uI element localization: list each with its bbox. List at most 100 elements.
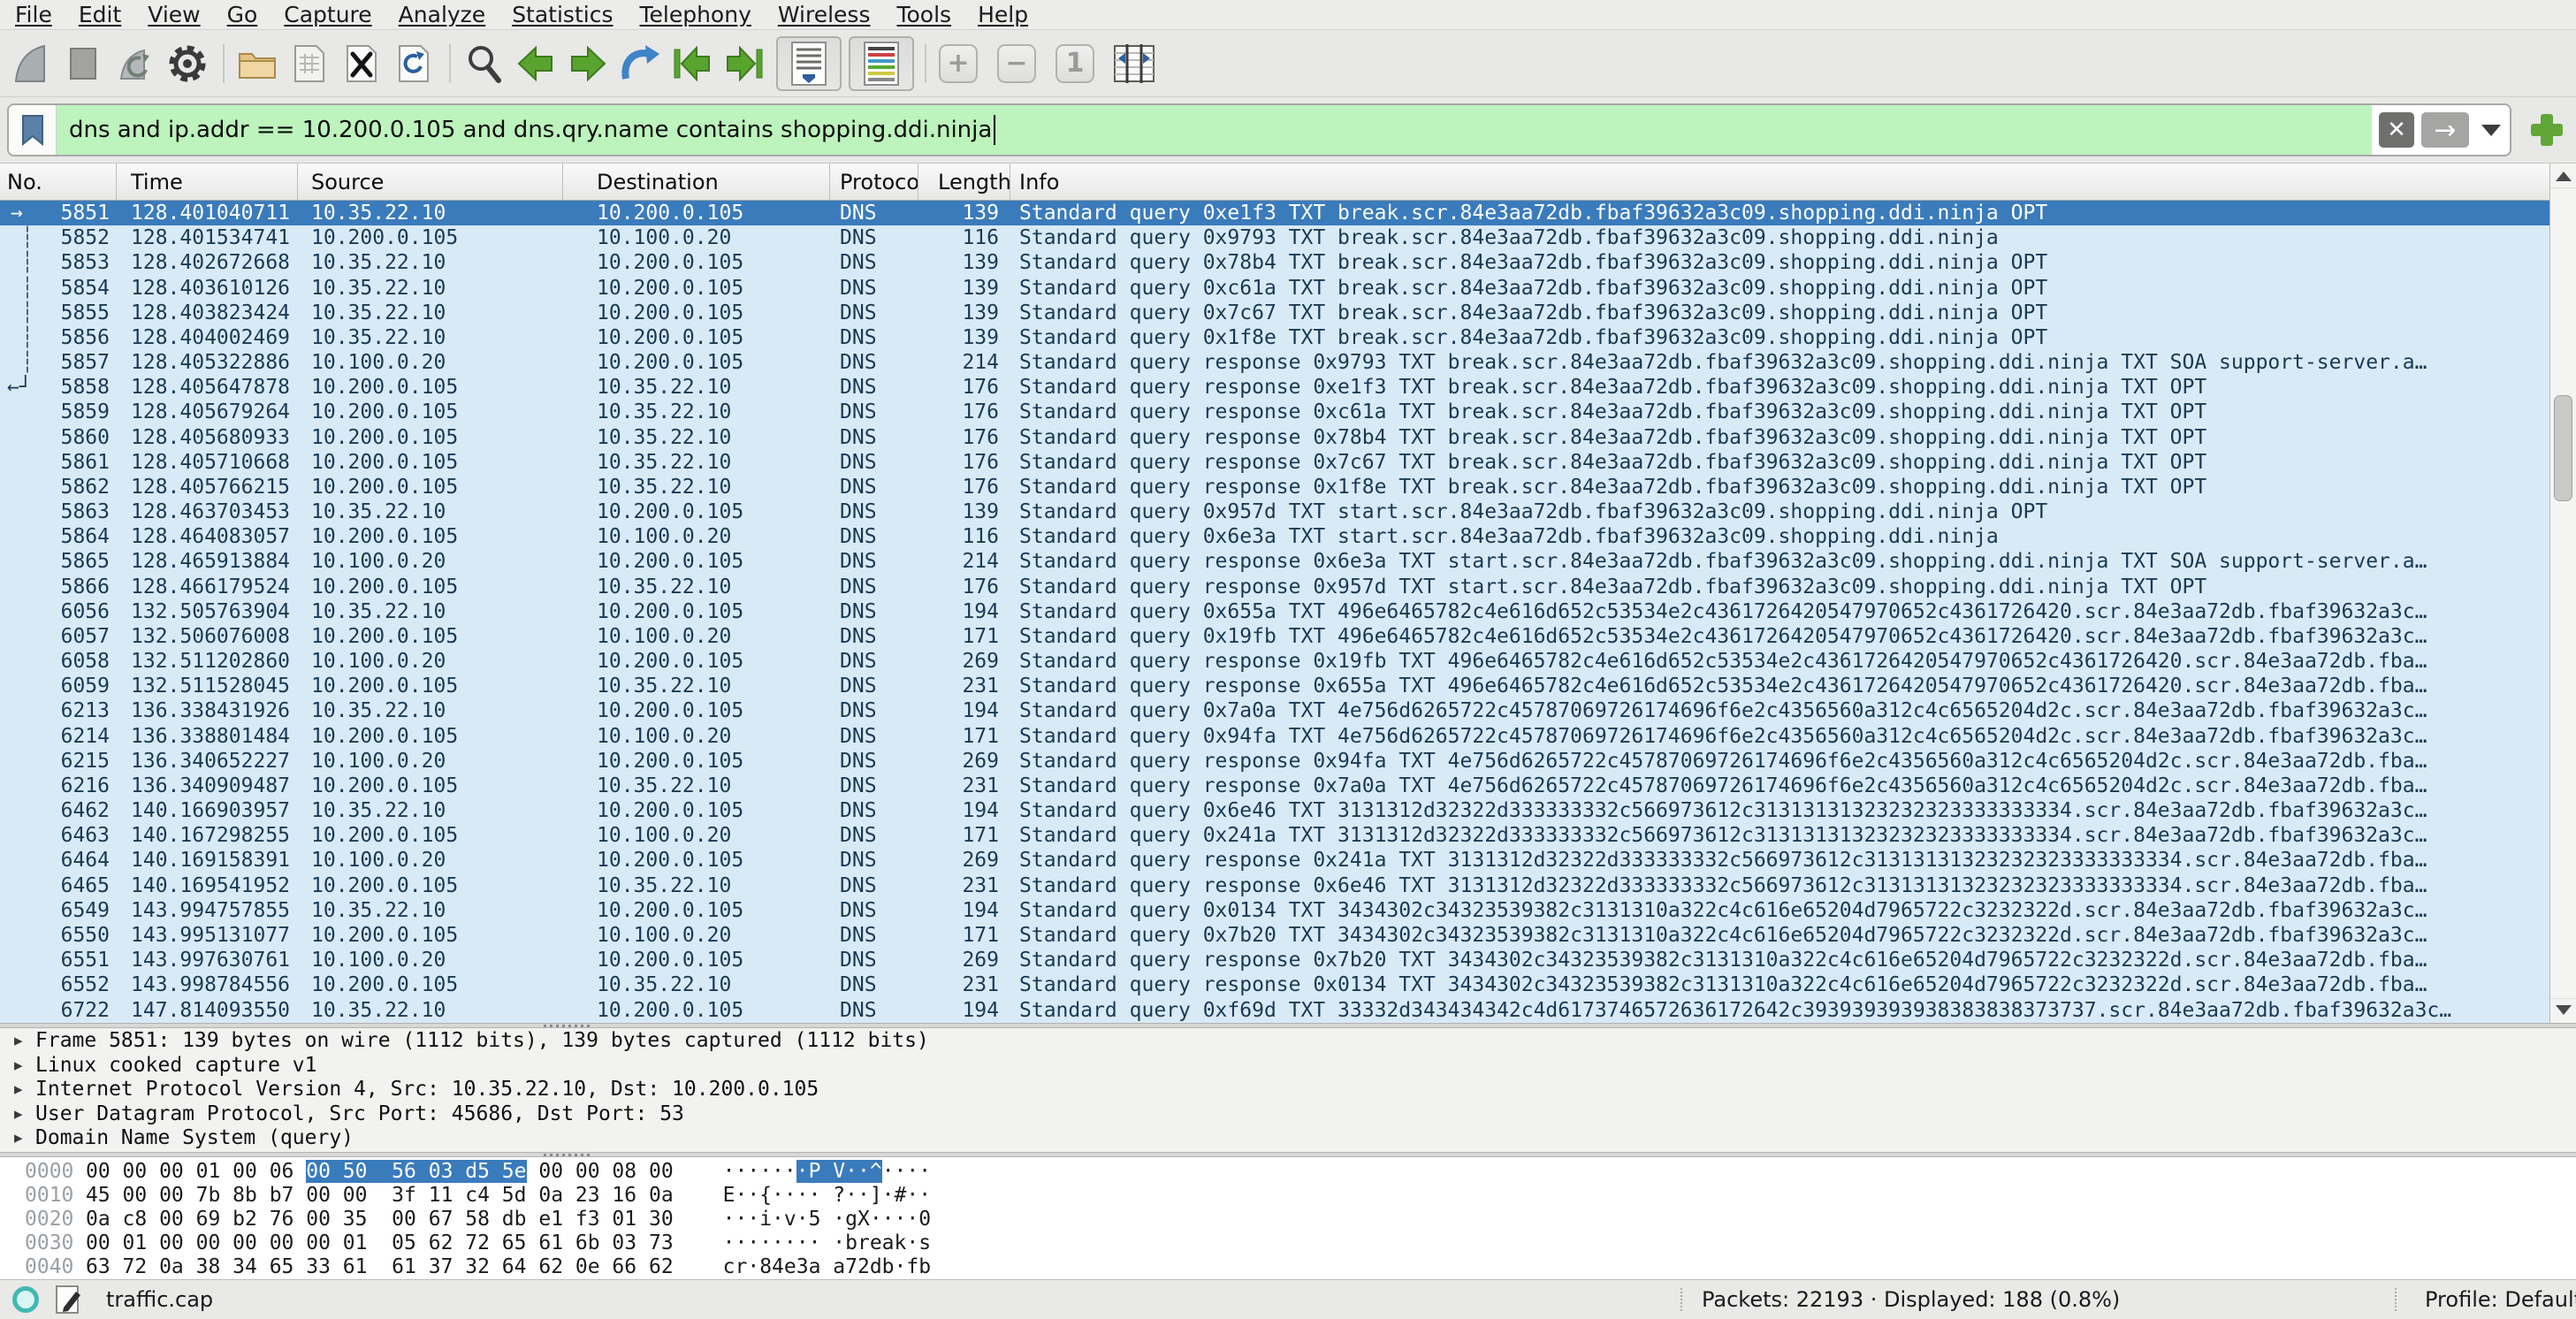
menu-help[interactable]: Help [964, 2, 1041, 27]
capture-comment-icon[interactable] [55, 1285, 83, 1315]
hex-row-0030[interactable]: 003000 01 00 00 00 00 00 01 05 62 72 65 … [0, 1231, 2576, 1255]
capture-options-button[interactable] [167, 42, 208, 85]
pane-splitter[interactable] [0, 1023, 2576, 1028]
menu-file[interactable]: File [2, 2, 65, 27]
go-to-packet-button[interactable] [620, 42, 660, 85]
packet-row-5860[interactable]: 5860128.40568093310.200.0.10510.35.22.10… [0, 425, 2549, 450]
chevron-down-icon[interactable] [2481, 125, 2501, 136]
packet-row-6462[interactable]: 6462140.16690395710.35.22.1010.200.0.105… [0, 798, 2549, 823]
packet-row-6057[interactable]: 6057132.50607600810.200.0.10510.100.0.20… [0, 624, 2549, 649]
packet-row-5857[interactable]: ┆5857128.40532288610.100.0.2010.200.0.10… [0, 350, 2549, 375]
detail-row[interactable]: ▸Internet Protocol Version 4, Src: 10.35… [0, 1078, 2576, 1102]
close-file-button[interactable] [341, 42, 382, 85]
packet-row-5859[interactable]: 5859128.40567926410.200.0.10510.35.22.10… [0, 400, 2549, 424]
packet-row-6215[interactable]: 6215136.34065222710.100.0.2010.200.0.105… [0, 749, 2549, 774]
packet-row-6056[interactable]: 6056132.50576390410.35.22.1010.200.0.105… [0, 599, 2549, 624]
packet-row-6214[interactable]: 6214136.33880148410.200.0.10510.100.0.20… [0, 724, 2549, 749]
menu-analyze[interactable]: Analyze [385, 2, 499, 27]
packet-row-6463[interactable]: 6463140.16729825510.200.0.10510.100.0.20… [0, 823, 2549, 848]
menu-telephony[interactable]: Telephony [626, 2, 764, 27]
menu-edit[interactable]: Edit [65, 2, 134, 27]
packet-row-5864[interactable]: 5864128.46408305710.200.0.10510.100.0.20… [0, 524, 2549, 549]
display-filter-field[interactable]: dns and ip.addr == 10.200.0.105 and dns.… [7, 103, 2511, 156]
expand-triangle-icon[interactable]: ▸ [0, 1102, 19, 1127]
go-last-packet-button[interactable] [724, 42, 765, 85]
auto-scroll-toggle[interactable] [776, 36, 842, 91]
menu-view[interactable]: View [134, 2, 213, 27]
hex-row-0000[interactable]: 000000 00 00 01 00 06 00 50 56 03 d5 5e … [0, 1160, 2576, 1184]
filter-apply-button[interactable]: → [2421, 112, 2469, 148]
packet-row-5865[interactable]: 5865128.46591388410.100.0.2010.200.0.105… [0, 549, 2549, 574]
menu-wireless[interactable]: Wireless [765, 2, 884, 27]
detail-row[interactable]: ▸User Datagram Protocol, Src Port: 45686… [0, 1102, 2576, 1127]
packet-row-6058[interactable]: 6058132.51120286010.100.0.2010.200.0.105… [0, 649, 2549, 674]
column-header-no[interactable]: No. [0, 164, 117, 200]
packet-row-6464[interactable]: 6464140.16915839110.100.0.2010.200.0.105… [0, 848, 2549, 873]
expert-info-icon[interactable] [12, 1286, 39, 1313]
start-capture-button[interactable] [11, 42, 51, 85]
packet-row-5852[interactable]: ┆5852128.40153474110.200.0.10510.100.0.2… [0, 225, 2549, 250]
packet-row-5856[interactable]: ┆5856128.40400246910.35.22.1010.200.0.10… [0, 325, 2549, 350]
packet-row-6216[interactable]: 6216136.34090948710.200.0.10510.35.22.10… [0, 774, 2549, 798]
stop-capture-button[interactable] [63, 42, 103, 85]
column-header-info[interactable]: Info [1010, 164, 2549, 200]
packet-row-6552[interactable]: 6552143.99878455610.200.0.10510.35.22.10… [0, 972, 2549, 997]
packet-row-6551[interactable]: 6551143.99763076110.100.0.2010.200.0.105… [0, 948, 2549, 972]
packet-row-6213[interactable]: 6213136.33843192610.35.22.1010.200.0.105… [0, 698, 2549, 723]
detail-row[interactable]: ▸Linux cooked capture v1 [0, 1054, 2576, 1079]
filter-bookmark-button[interactable] [9, 105, 57, 155]
column-header-destination[interactable]: Destination [563, 164, 830, 200]
menu-statistics[interactable]: Statistics [499, 2, 626, 27]
menu-go[interactable]: Go [214, 2, 271, 27]
pane-splitter[interactable] [0, 1152, 2576, 1157]
hex-row-0040[interactable]: 004063 72 0a 38 34 65 33 61 61 37 32 64 … [0, 1255, 2576, 1279]
detail-row[interactable]: ▸Domain Name System (query) [0, 1126, 2576, 1151]
hex-row-0010[interactable]: 001045 00 00 7b 8b b7 00 00 3f 11 c4 5d … [0, 1184, 2576, 1208]
scrollbar-thumb[interactable] [2554, 395, 2572, 501]
expand-triangle-icon[interactable]: ▸ [0, 1054, 19, 1079]
hex-row-0020[interactable]: 00200a c8 00 69 b2 76 00 35 00 67 58 db … [0, 1208, 2576, 1231]
expand-triangle-icon[interactable]: ▸ [0, 1126, 19, 1151]
scroll-up-button[interactable] [2550, 165, 2576, 188]
packet-row-5858[interactable]: ←┘5858128.40564787810.200.0.10510.35.22.… [0, 375, 2549, 400]
filter-clear-button[interactable]: ✕ [2379, 112, 2414, 148]
packet-row-6549[interactable]: 6549143.99475785510.35.22.1010.200.0.105… [0, 898, 2549, 923]
go-forward-button[interactable] [568, 42, 608, 85]
packet-row-5854[interactable]: ┆5854128.40361012610.35.22.1010.200.0.10… [0, 276, 2549, 301]
menu-capture[interactable]: Capture [271, 2, 385, 27]
packet-row-5855[interactable]: ┆5855128.40382342410.35.22.1010.200.0.10… [0, 301, 2549, 325]
save-file-button[interactable] [289, 42, 330, 85]
packet-row-6550[interactable]: 6550143.99513107710.200.0.10510.100.0.20… [0, 923, 2549, 948]
packet-row-6059[interactable]: 6059132.51152804510.200.0.10510.35.22.10… [0, 674, 2549, 698]
filter-add-expression-button[interactable] [2527, 111, 2566, 149]
scroll-down-button[interactable] [2550, 998, 2576, 1021]
packet-row-5866[interactable]: 5866128.46617952410.200.0.10510.35.22.10… [0, 575, 2549, 599]
column-header-protocol[interactable]: Protocol [830, 164, 918, 200]
expand-triangle-icon[interactable]: ▸ [0, 1078, 19, 1102]
packet-list-scrollbar[interactable] [2549, 164, 2576, 1023]
restart-capture-button[interactable] [115, 42, 156, 85]
open-file-button[interactable] [237, 42, 278, 85]
packet-row-5851[interactable]: →5851128.40104071110.35.22.1010.200.0.10… [0, 201, 2549, 225]
column-header-length[interactable]: Length [918, 164, 1010, 200]
expand-triangle-icon[interactable]: ▸ [0, 1029, 19, 1054]
detail-row[interactable]: ▸Frame 5851: 139 bytes on wire (1112 bit… [0, 1029, 2576, 1054]
packet-row-5863[interactable]: 5863128.46370345310.35.22.1010.200.0.105… [0, 499, 2549, 524]
zoom-original-button[interactable]: 1 [1056, 44, 1094, 83]
go-first-packet-button[interactable] [672, 42, 713, 85]
packet-row-5853[interactable]: ┆5853128.40267266810.35.22.1010.200.0.10… [0, 250, 2549, 275]
display-filter-input[interactable]: dns and ip.addr == 10.200.0.105 and dns.… [57, 105, 2372, 155]
packet-row-5861[interactable]: 5861128.40571066810.200.0.10510.35.22.10… [0, 450, 2549, 475]
packet-row-6465[interactable]: 6465140.16954195210.200.0.10510.35.22.10… [0, 873, 2549, 898]
packet-row-6722[interactable]: 6722147.81409355010.35.22.1010.200.0.105… [0, 998, 2549, 1023]
find-packet-button[interactable] [463, 42, 504, 85]
column-header-time[interactable]: Time [117, 164, 298, 200]
colorize-toggle[interactable] [849, 36, 914, 91]
capture-filename[interactable]: traffic.cap [106, 1287, 213, 1312]
go-back-button[interactable] [515, 42, 556, 85]
profile-label[interactable]: Profile: Default [2425, 1287, 2576, 1312]
column-header-source[interactable]: Source [298, 164, 563, 200]
reload-file-button[interactable] [393, 42, 434, 85]
zoom-out-button[interactable]: − [997, 44, 1036, 83]
packet-row-5862[interactable]: 5862128.40576621510.200.0.10510.35.22.10… [0, 475, 2549, 499]
